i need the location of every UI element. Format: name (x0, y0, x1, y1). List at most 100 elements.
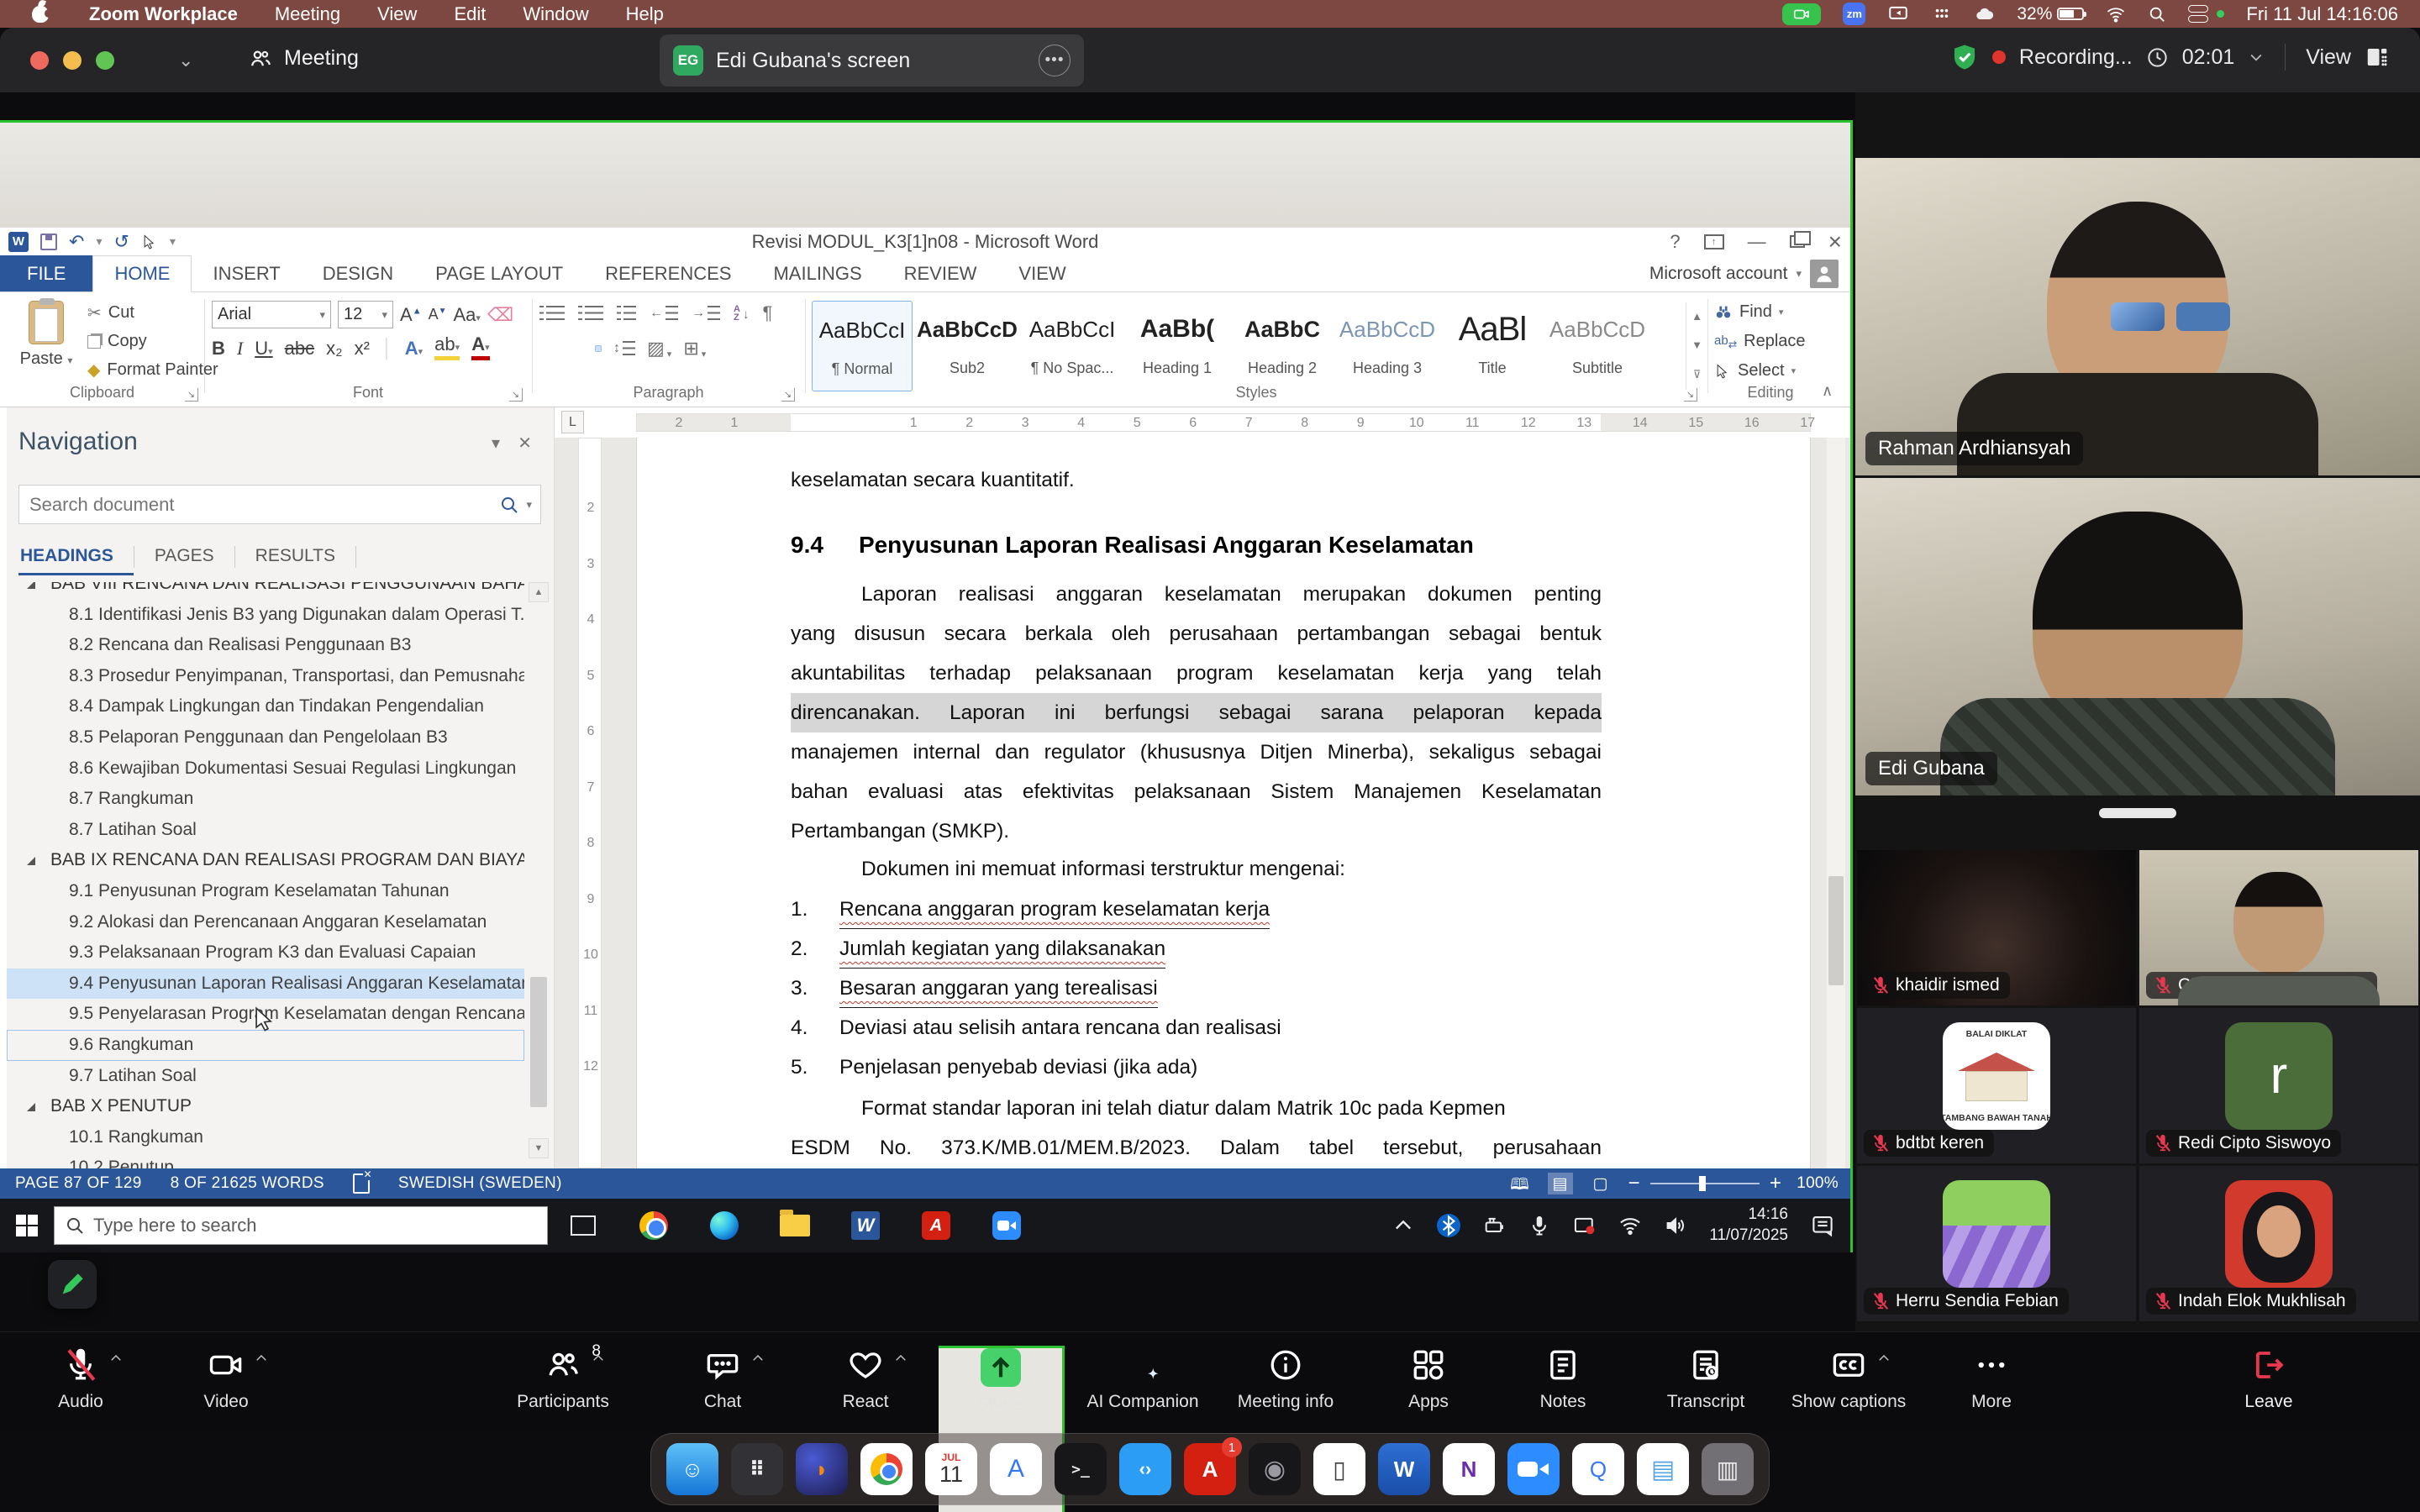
finder-icon[interactable]: ☺ (666, 1443, 718, 1495)
chevron-up-icon[interactable] (108, 1351, 124, 1366)
ribbon-display-button[interactable]: ↑ (1704, 234, 1724, 249)
nav-heading-item[interactable]: BAB X PENUTUP (7, 1091, 524, 1122)
font-size-combo[interactable]: 12▾ (338, 301, 393, 328)
volume-icon[interactable] (1664, 1214, 1687, 1237)
file-explorer-icon[interactable] (760, 1199, 830, 1252)
participant-tile[interactable]: khaidir ismed (1857, 850, 2136, 1005)
minimize-button[interactable]: — (1748, 231, 1766, 253)
bullets-button[interactable] (539, 306, 565, 321)
nav-heading-item[interactable]: 10.1 Rangkuman (7, 1122, 524, 1153)
clipboard-dialog-launcher[interactable]: ↘ (185, 388, 198, 402)
nav-scroll-down[interactable]: ▼ (529, 1138, 549, 1158)
ribbon-tab[interactable]: PAGE LAYOUT (414, 255, 584, 291)
paragraph-dialog-launcher[interactable]: ↘ (781, 388, 795, 402)
horizontal-ruler[interactable]: L 2 1 1234567891011121314151617 (555, 407, 1850, 438)
tab-more-icon[interactable]: ••• (1039, 45, 1071, 76)
collapse-ribbon-button[interactable]: ∧ (1822, 382, 1833, 400)
bluetooth-icon[interactable] (1437, 1214, 1460, 1237)
nav-tab[interactable]: PAGES (134, 538, 234, 575)
participant-tile[interactable]: Herru Sendia Febian (1857, 1166, 2136, 1321)
replace-button[interactable]: ab⇄Replace (1714, 332, 1806, 351)
subscript-button[interactable]: x₂ (326, 338, 343, 360)
style-cell[interactable]: AaBbCcDSub2 (917, 301, 1018, 391)
view-button[interactable]: View (2306, 45, 2351, 70)
page-indicator[interactable]: PAGE 87 OF 129 (15, 1174, 142, 1193)
more-button[interactable]: More (1928, 1346, 2054, 1412)
style-cell[interactable]: AaBbCcI¶ Normal (812, 301, 913, 391)
search-options-chevron[interactable]: ▾ (526, 498, 532, 512)
save-button[interactable] (40, 234, 57, 250)
word-icon[interactable]: W (830, 1199, 901, 1252)
wifi-icon[interactable] (2106, 4, 2126, 24)
change-case-button[interactable]: Aa▾ (454, 304, 481, 326)
zoom-window-button[interactable] (96, 51, 114, 70)
ai-companion-button[interactable]: AI Companion (1080, 1346, 1206, 1412)
participant-video-tile[interactable]: Edi Gubana (1855, 478, 2420, 795)
align-center-button[interactable] (558, 345, 565, 352)
notification-center-icon[interactable] (1810, 1213, 1835, 1238)
panel-resize-handle[interactable] (2099, 808, 2176, 818)
grow-font-button[interactable]: A▲ (400, 304, 422, 326)
nav-search-box[interactable]: ▾ (18, 485, 541, 524)
tab-selector[interactable]: L (561, 411, 584, 433)
nav-heading-item[interactable]: 8.5 Pelaporan Penggunaan dan Pengelolaan… (7, 722, 524, 753)
task-view-icon[interactable] (548, 1199, 618, 1252)
chevron-up-icon[interactable] (254, 1351, 269, 1366)
appstore-icon[interactable]: A (990, 1443, 1042, 1495)
screen-record-icon[interactable] (1573, 1214, 1597, 1237)
participant-tile[interactable]: CPNS_BDT_IMAM MI... (2139, 850, 2418, 1005)
nav-heading-item[interactable]: BAB IX RENCANA DAN REALISASI PROGRAM DAN… (7, 845, 524, 876)
line-spacing-button[interactable]: ↕ (613, 341, 635, 356)
zoom-icon[interactable] (1507, 1443, 1560, 1495)
minimize-window-button[interactable] (63, 51, 82, 70)
shared-screen-tab[interactable]: EG Edi Gubana's screen ••• (660, 34, 1084, 87)
spotlight-icon[interactable] (2148, 5, 2166, 24)
paste-button[interactable]: Paste ▾ (13, 301, 79, 369)
meeting-tab[interactable]: Meeting (249, 46, 359, 71)
read-mode-button[interactable]: 🕮 (1507, 1173, 1533, 1194)
menubar-item-window[interactable]: Window (504, 3, 607, 25)
touch-mode-icon[interactable] (141, 234, 158, 250)
style-cell[interactable]: AaBb(Heading 1 (1127, 301, 1228, 391)
nav-heading-item[interactable]: 8.3 Prosedur Penyimpanan, Transportasi, … (7, 661, 524, 692)
increase-indent-button[interactable]: → (692, 306, 720, 321)
copy-button[interactable]: Copy (87, 332, 218, 351)
screen-mirroring-icon[interactable] (1887, 3, 1909, 25)
taskbar-search-box[interactable] (54, 1206, 548, 1245)
style-cell[interactable]: AaBlTitle (1442, 301, 1543, 391)
styles-scroll-up[interactable]: ▲ (1686, 302, 1707, 331)
borders-button[interactable]: ⊞▾ (683, 338, 706, 360)
shrink-font-button[interactable]: A▼ (429, 306, 447, 323)
clear-formatting-button[interactable]: ⌫ (487, 304, 513, 326)
close-button[interactable]: × (1828, 228, 1842, 255)
control-center-icon[interactable] (2188, 5, 2208, 23)
chevron-up-icon[interactable] (893, 1351, 908, 1366)
ribbon-tab[interactable]: MAILINGS (752, 255, 882, 291)
numbering-button[interactable] (578, 306, 603, 321)
start-button[interactable] (0, 1199, 54, 1252)
chevron-up-icon[interactable] (1876, 1351, 1891, 1366)
nav-heading-item[interactable]: 8.6 Kewajiban Dokumentasi Sesuai Regulas… (7, 753, 524, 785)
ribbon-tab[interactable]: VIEW (997, 255, 1086, 291)
acrobat-icon[interactable]: A 1 (1184, 1443, 1236, 1495)
tabbar-chevron-icon[interactable]: ⌄ (178, 50, 193, 71)
nav-scrollbar[interactable]: ▲ ▼ (529, 582, 549, 1170)
font-family-combo[interactable]: Arial▾ (212, 301, 331, 328)
nav-tab[interactable]: RESULTS (235, 538, 355, 575)
apps-button[interactable]: Apps (1365, 1346, 1491, 1412)
menubar-item-edit[interactable]: Edit (435, 3, 504, 25)
wifi-icon[interactable] (1618, 1214, 1642, 1237)
view-layout-icon[interactable] (2365, 45, 2390, 70)
styles-scroll-down[interactable]: ▼ (1686, 331, 1707, 360)
style-cell[interactable]: AaBbCcDHeading 3 (1337, 301, 1438, 391)
zoom-level[interactable]: 100% (1797, 1174, 1839, 1193)
participant-video-tile[interactable]: Rahman Ardhiansyah (1855, 158, 2420, 475)
battery-status[interactable]: 32% (2017, 4, 2084, 24)
pdf-icon[interactable]: A (901, 1199, 971, 1252)
chevron-up-icon[interactable] (591, 1351, 606, 1366)
video-button[interactable]: Video (163, 1346, 289, 1412)
hidden-icons-chevron[interactable] (1392, 1214, 1415, 1237)
quicktime-icon[interactable]: Q (1572, 1443, 1624, 1495)
decrease-indent-button[interactable]: ← (650, 306, 678, 321)
participant-tile[interactable]: BALAI DIKLAT TAMBANG BAWAH TANAH bdtbt k… (1857, 1008, 2136, 1163)
